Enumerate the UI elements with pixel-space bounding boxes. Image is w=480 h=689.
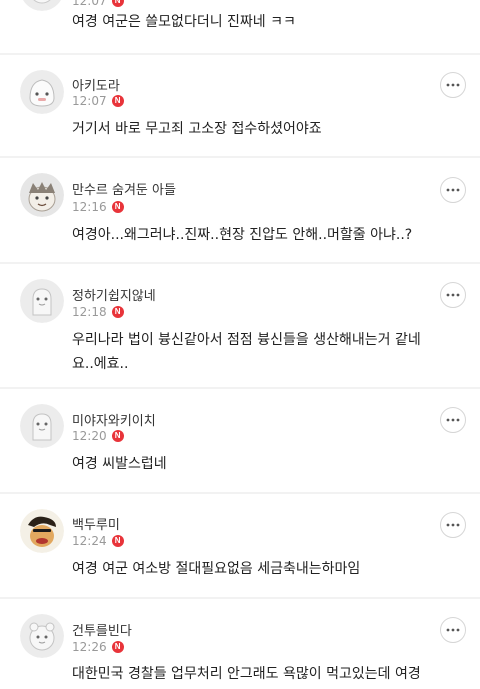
new-badge: N — [111, 641, 124, 653]
comment-text: 대한민국 경찰들 업무처리 안그래도 욕많이 먹고있는데 여경 — [72, 666, 421, 682]
comment-time: 12:07 — [72, 0, 107, 8]
more-options-button[interactable] — [440, 282, 466, 308]
comment-time: 12:20 — [72, 429, 107, 443]
comment-text: 여경아...왜그러냐..진짜..현장 진압도 안해..머할줄 아냐..? — [72, 227, 413, 243]
comment-meta: 12:24 N — [72, 534, 124, 548]
new-badge: N — [111, 535, 124, 547]
comment-nickname[interactable]: 건투를빈다 — [72, 620, 132, 639]
comment-item: 12:07 N 여경 여군은 쓸모없다더니 진짜네 ㅋㅋ — [0, 0, 480, 53]
comment-item: 정하기쉽지않네 12:18 N 우리나라 법이 븅신같아서 점점 븅신들을 생산… — [0, 264, 480, 387]
more-dots-icon — [446, 628, 460, 632]
comment-item: 미야자와키이치 12:20 N 여경 씨발스럽네 — [0, 389, 480, 492]
comment-nickname[interactable]: 백두루미 — [72, 514, 120, 533]
comment-time: 12:18 — [72, 305, 107, 319]
new-badge: N — [111, 201, 124, 213]
new-badge: N — [111, 306, 124, 318]
comment-nickname[interactable]: 정하기쉽지않네 — [72, 285, 156, 304]
avatar[interactable] — [20, 404, 64, 448]
avatar[interactable] — [20, 509, 64, 553]
comment-item: 건투를빈다 12:26 N 대한민국 경찰들 업무처리 안그래도 욕많이 먹고있… — [0, 599, 480, 689]
avatar[interactable] — [20, 173, 64, 217]
avatar[interactable] — [20, 614, 64, 658]
avatar-character-icon — [20, 173, 64, 217]
comment-text: 여경 여군 여소방 절대필요없음 세금축내는하마임 — [72, 561, 361, 577]
more-options-button[interactable] — [440, 512, 466, 538]
comment-time: 12:07 — [72, 94, 107, 108]
avatar-character-icon — [22, 0, 62, 11]
more-options-button[interactable] — [440, 72, 466, 98]
comment-meta: 12:26 N — [72, 640, 124, 654]
more-dots-icon — [446, 83, 460, 87]
comment-nickname[interactable]: 만수르 숨겨둔 아들 — [72, 179, 176, 198]
comment-item: 백두루미 12:24 N 여경 여군 여소방 절대필요없음 세금축내는하마임 — [0, 494, 480, 597]
comment-item: 만수르 숨겨둔 아들 12:16 N 여경아...왜그러냐..진짜..현장 진압… — [0, 158, 480, 262]
more-dots-icon — [446, 523, 460, 527]
comment-time: 12:26 — [72, 640, 107, 654]
comment-meta: 12:20 N — [72, 429, 124, 443]
comment-time: 12:16 — [72, 200, 107, 214]
more-options-button[interactable] — [440, 177, 466, 203]
comment-text-line-1: 우리나라 법이 븅신같아서 점점 븅신들을 생산해내는거 같네 — [72, 332, 421, 348]
new-badge: N — [111, 95, 124, 107]
more-options-button[interactable] — [440, 407, 466, 433]
comment-text: 거기서 바로 무고죄 고소장 접수하셨어야죠 — [72, 121, 322, 137]
comment-text-line-2: 요..에효.. — [72, 356, 129, 372]
comment-item: 아키도라 12:07 N 거기서 바로 무고죄 고소장 접수하셨어야죠 — [0, 55, 480, 156]
comment-nickname[interactable]: 미야자와키이치 — [72, 410, 156, 429]
more-dots-icon — [446, 293, 460, 297]
new-badge: N — [111, 0, 124, 7]
avatar[interactable] — [20, 70, 64, 114]
more-dots-icon — [446, 188, 460, 192]
new-badge: N — [111, 430, 124, 442]
avatar-photo-icon — [20, 509, 64, 553]
comment-time: 12:24 — [72, 534, 107, 548]
avatar[interactable] — [20, 279, 64, 323]
comment-text: 여경 여군은 쓸모없다더니 진짜네 ㅋㅋ — [72, 14, 296, 30]
comment-meta: 12:16 N — [72, 200, 124, 214]
comment-text: 여경 씨발스럽네 — [72, 456, 167, 472]
avatar[interactable] — [20, 0, 64, 11]
more-dots-icon — [446, 418, 460, 422]
avatar-character-icon — [20, 404, 64, 448]
comment-nickname[interactable]: 아키도라 — [72, 75, 120, 94]
more-options-button[interactable] — [440, 617, 466, 643]
comment-meta: 12:07 N — [72, 94, 124, 108]
comment-meta: 12:07 N — [72, 0, 124, 8]
avatar-character-icon — [20, 279, 64, 323]
comment-meta: 12:18 N — [72, 305, 124, 319]
avatar-character-icon — [20, 70, 64, 114]
avatar-character-icon — [20, 614, 64, 658]
